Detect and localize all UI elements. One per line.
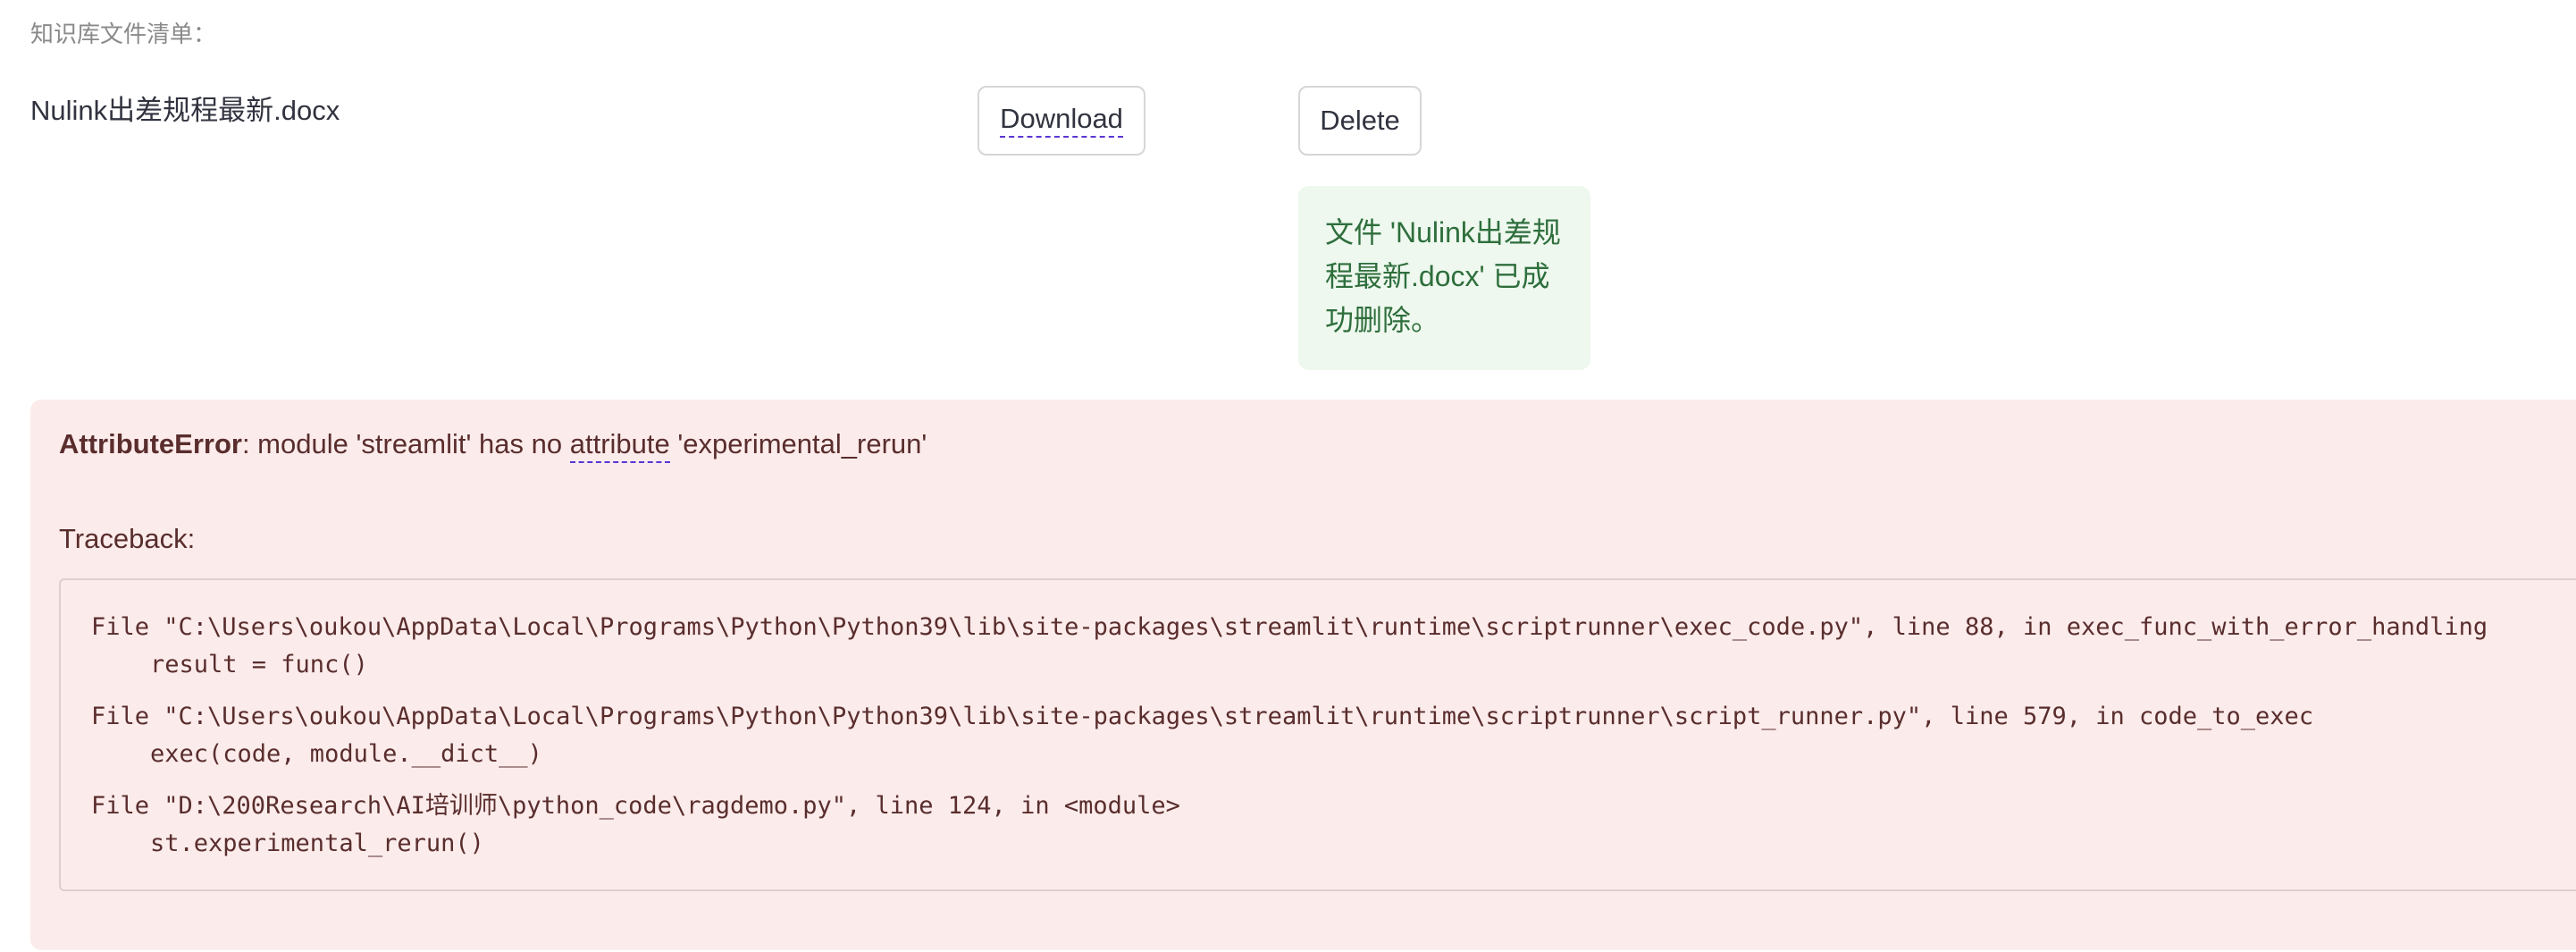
traceback-frame: File "D:\200Research\AI培训师\python_code\r… xyxy=(91,788,2576,863)
error-type: AttributeError xyxy=(59,428,242,459)
traceback-frame-file: File "C:\Users\oukou\AppData\Local\Progr… xyxy=(91,703,2314,730)
download-button[interactable]: Download xyxy=(978,86,1145,156)
traceback-frame-file: File "C:\Users\oukou\AppData\Local\Progr… xyxy=(91,613,2488,641)
error-message-suffix: 'experimental_rerun' xyxy=(669,428,927,459)
success-message: 文件 'Nulink出差规程最新.docx' 已成功删除。 xyxy=(1325,216,1561,336)
traceback-frame-code: result = func() xyxy=(150,651,368,678)
traceback-frame-code: exec(code, module.__dict__) xyxy=(150,740,542,768)
traceback-frame-file: File "D:\200Research\AI培训师\python_code\r… xyxy=(91,792,1180,820)
traceback-code-block: File "C:\Users\oukou\AppData\Local\Progr… xyxy=(59,578,2576,891)
delete-button[interactable]: Delete xyxy=(1298,86,1422,156)
traceback-frame: File "C:\Users\oukou\AppData\Local\Progr… xyxy=(91,698,2576,773)
download-button-label: Download xyxy=(1000,103,1123,139)
error-message-prefix: : module 'streamlit' has no xyxy=(241,428,570,459)
file-row: Nulink出差规程最新.docx Download Delete xyxy=(0,0,2576,179)
traceback-frame-code: st.experimental_rerun() xyxy=(150,830,484,857)
traceback-label: Traceback: xyxy=(59,523,196,554)
success-alert: 文件 'Nulink出差规程最新.docx' 已成功删除。 xyxy=(1298,186,1590,370)
delete-button-label: Delete xyxy=(1320,105,1400,136)
file-name: Nulink出差规程最新.docx xyxy=(30,95,340,126)
attribute-link[interactable]: attribute xyxy=(569,428,670,463)
error-message: AttributeError: module 'streamlit' has n… xyxy=(59,428,927,463)
traceback-frame: File "C:\Users\oukou\AppData\Local\Progr… xyxy=(91,609,2576,684)
error-alert: AttributeError: module 'streamlit' has n… xyxy=(30,400,2576,950)
